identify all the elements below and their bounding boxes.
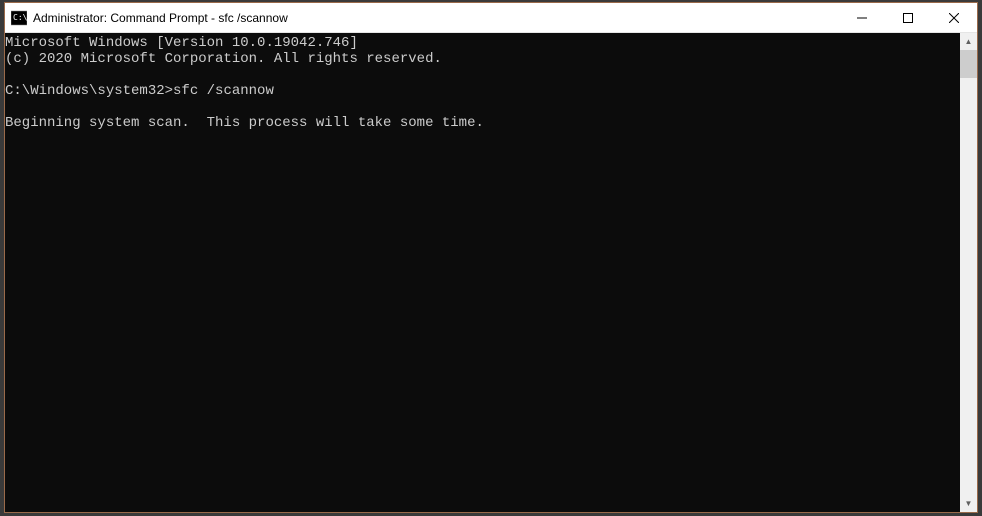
close-icon — [949, 13, 959, 23]
window-title: Administrator: Command Prompt - sfc /sca… — [33, 11, 839, 25]
terminal-line: Microsoft Windows [Version 10.0.19042.74… — [5, 35, 358, 51]
svg-text:C:\: C:\ — [13, 13, 27, 22]
terminal-output[interactable]: Microsoft Windows [Version 10.0.19042.74… — [5, 33, 960, 512]
close-button[interactable] — [931, 3, 977, 32]
window-controls — [839, 3, 977, 32]
minimize-button[interactable] — [839, 3, 885, 32]
scrollbar-thumb[interactable] — [960, 50, 977, 78]
terminal-line: (c) 2020 Microsoft Corporation. All righ… — [5, 51, 442, 67]
maximize-icon — [903, 13, 913, 23]
scrollbar-down-button[interactable]: ▼ — [960, 495, 977, 512]
cmd-icon: C:\ — [11, 10, 27, 26]
minimize-icon — [857, 13, 867, 23]
titlebar[interactable]: C:\ Administrator: Command Prompt - sfc … — [5, 3, 977, 33]
maximize-button[interactable] — [885, 3, 931, 32]
terminal-command: sfc /scannow — [173, 83, 274, 99]
scrollbar-up-button[interactable]: ▲ — [960, 33, 977, 50]
command-prompt-window: C:\ Administrator: Command Prompt - sfc … — [4, 2, 978, 513]
vertical-scrollbar[interactable]: ▲ ▼ — [960, 33, 977, 512]
terminal-line: Beginning system scan. This process will… — [5, 115, 484, 131]
chevron-down-icon: ▼ — [965, 499, 973, 508]
terminal-prompt: C:\Windows\system32> — [5, 83, 173, 99]
terminal-area: Microsoft Windows [Version 10.0.19042.74… — [5, 33, 977, 512]
chevron-up-icon: ▲ — [965, 37, 973, 46]
